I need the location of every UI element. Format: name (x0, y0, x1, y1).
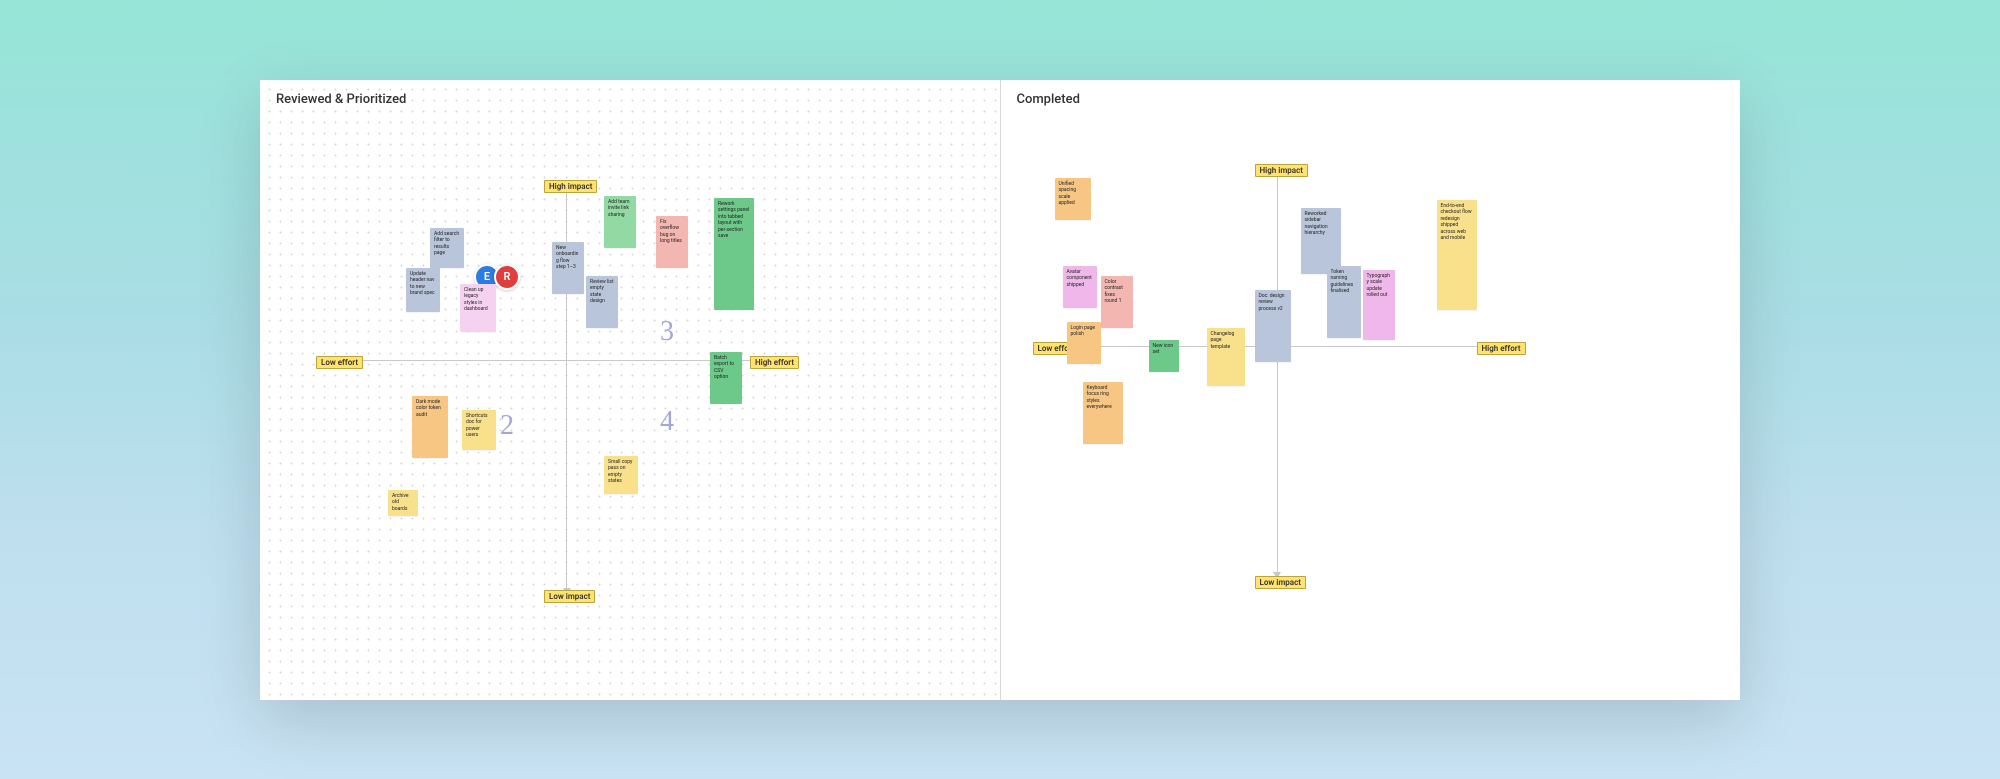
sticky-note[interactable]: Clean up legacy styles in dashboard (460, 284, 496, 332)
sticky-note[interactable]: Batch export to CSV option (710, 352, 742, 404)
sticky-note[interactable]: Login page polish (1067, 322, 1101, 364)
hand-annotation: 4 (660, 406, 674, 438)
axis-label-top: High impact (544, 180, 597, 193)
hand-annotation: 3 (660, 316, 674, 348)
sticky-note[interactable]: Update header nav to new brand spec (406, 268, 440, 312)
sticky-note[interactable]: Archive old boards (388, 490, 418, 516)
sticky-note[interactable]: Avatar component shipped (1063, 266, 1097, 308)
sticky-note[interactable]: Fix overflow bug on long titles (656, 216, 688, 268)
panel-completed[interactable]: Completed High impact Low impact Low eff… (1001, 80, 1741, 700)
sticky-note[interactable]: Changelog page template (1207, 328, 1245, 386)
sticky-note[interactable]: Doc: design review process v2 (1255, 290, 1291, 362)
hand-annotation: 2 (500, 410, 514, 442)
sticky-note[interactable]: Shortcuts doc for power users (462, 410, 496, 450)
sticky-note[interactable]: Review list empty state design (586, 276, 618, 328)
sticky-note[interactable]: Typography scale update rolled out (1363, 270, 1395, 340)
sticky-note[interactable]: Reworked sidebar navigation hierarchy (1301, 208, 1341, 274)
panel-reviewed-prioritized[interactable]: Reviewed & Prioritized High impact Low i… (260, 80, 1001, 700)
axis-label-right: High effort (1477, 342, 1526, 355)
sticky-note[interactable]: Small copy pass on empty states (604, 456, 638, 494)
whiteboard[interactable]: Reviewed & Prioritized High impact Low i… (260, 80, 1740, 700)
sticky-note[interactable]: Add team invite link sharing (604, 196, 636, 248)
sticky-note[interactable]: New onboarding flow step 1–3 (552, 242, 584, 294)
avatar[interactable]: R (494, 264, 520, 290)
sticky-note[interactable]: New icon set (1149, 340, 1179, 372)
sticky-note[interactable]: End-to-end checkout flow redesign shippe… (1437, 200, 1477, 310)
sticky-note[interactable]: Keyboard focus ring styles everywhere (1083, 382, 1123, 444)
panel-title-right: Completed (1017, 92, 1080, 107)
axis-label-right: High effort (750, 356, 799, 369)
sticky-note[interactable]: Dark mode color token audit (412, 396, 448, 458)
sticky-note[interactable]: Token naming guidelines finalised (1327, 266, 1361, 338)
sticky-note[interactable]: Add search filter to results page (430, 228, 464, 268)
panel-title-left: Reviewed & Prioritized (276, 92, 406, 107)
axis-label-left: Low effort (316, 356, 363, 369)
axis-label-top: High impact (1255, 164, 1308, 177)
axis-label-bottom: Low impact (544, 590, 595, 603)
sticky-note[interactable]: Rework settings panel into tabbed layout… (714, 198, 754, 310)
sticky-note[interactable]: Color contrast fixes round 1 (1101, 276, 1133, 328)
axis-vertical (1277, 174, 1278, 574)
sticky-note[interactable]: Unified spacing scale applied (1055, 178, 1091, 220)
axis-label-bottom: Low impact (1255, 576, 1306, 589)
